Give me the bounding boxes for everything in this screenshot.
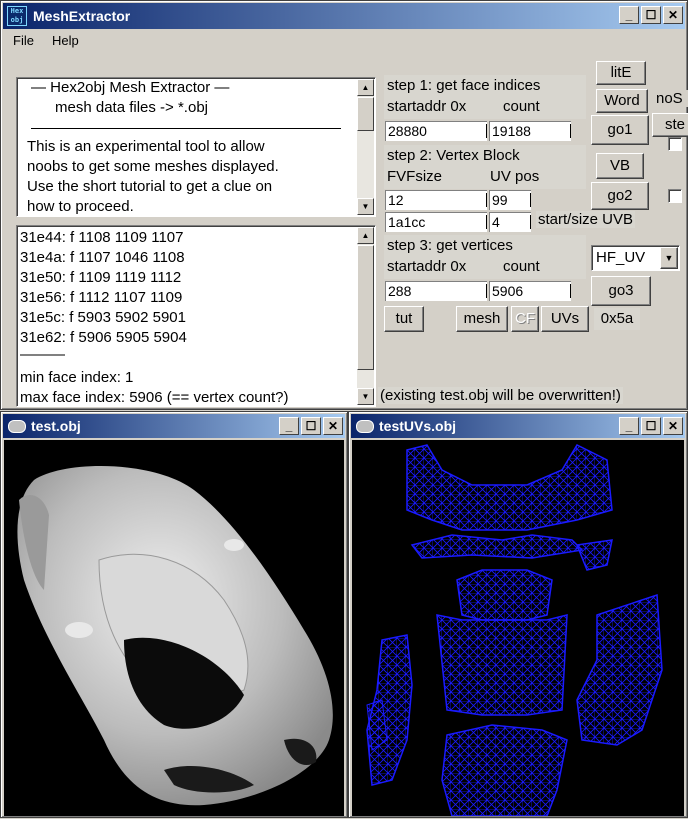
lite-button[interactable]: litE — [596, 61, 646, 85]
uvpos-input[interactable]: 99 — [489, 190, 531, 210]
ste-button[interactable]: ste — [652, 113, 688, 137]
info-line-3: This is an experimental tool to allow — [27, 138, 265, 155]
log-line: 31e56: f 1112 1107 1109 — [20, 289, 183, 306]
go3-button[interactable]: go3 — [591, 276, 651, 306]
go2-button[interactable]: go2 — [591, 182, 649, 210]
mesh-button[interactable]: mesh — [456, 306, 508, 332]
nos-label: noS — [656, 90, 688, 107]
minimize-icon[interactable]: _ — [619, 417, 639, 435]
uv-wireframe-image — [366, 444, 663, 817]
info-line-6: how to proceed. — [27, 198, 134, 215]
window-title: MeshExtractor — [33, 8, 131, 24]
uvb-label: start/size UVB — [536, 211, 636, 228]
uvs-button[interactable]: UVs — [541, 306, 589, 332]
close-icon[interactable]: ✕ — [323, 417, 343, 435]
uvb-size-input[interactable]: 4 — [489, 212, 531, 232]
cf-button[interactable]: CF — [511, 306, 539, 332]
car-render-image — [17, 466, 333, 806]
maximize-icon[interactable]: ☐ — [641, 417, 661, 435]
step1-startaddr-input[interactable]: 28880 — [385, 121, 487, 141]
info-line-4: noobs to get some meshes displayed. — [27, 158, 279, 175]
maximize-icon[interactable]: ☐ — [301, 417, 321, 435]
uv-window-title: testUVs.obj — [379, 418, 457, 434]
info-divider — [31, 128, 341, 129]
uv-viewport[interactable] — [352, 440, 684, 817]
info-line-1: — Hex2obj Mesh Extractor — — [31, 79, 230, 96]
info-textbox[interactable]: — Hex2obj Mesh Extractor — mesh data fil… — [16, 77, 376, 217]
window-icon — [8, 420, 26, 433]
mesh-window: test.obj _ ☐ ✕ — [0, 411, 348, 818]
log-textbox[interactable]: 31e44: f 1108 1109 1107 31e4a: f 1107 10… — [16, 225, 376, 407]
menu-file[interactable]: File — [3, 30, 42, 48]
log-scrollbar[interactable]: ▲ ▼ — [357, 227, 374, 405]
log-line: 31e62: f 5906 5905 5904 — [20, 329, 187, 346]
step3-startaddr-input[interactable]: 288 — [385, 281, 487, 301]
overwrite-note: (existing test.obj will be overwritten!) — [378, 387, 623, 404]
vb-button[interactable]: VB — [596, 153, 644, 179]
maximize-icon[interactable]: ☐ — [641, 6, 661, 24]
fvfsize-input[interactable]: 12 — [385, 190, 487, 210]
info-line-2: mesh data files -> *.obj — [55, 99, 208, 116]
uvb-start-input[interactable]: 1a1cc — [385, 212, 487, 232]
step1-count-input[interactable]: 19188 — [489, 121, 571, 141]
info-line-5: Use the short tutorial to get a clue on — [27, 178, 273, 195]
scroll-up-icon[interactable]: ▲ — [357, 79, 374, 96]
step1-startaddr-label: startaddr 0x — [387, 98, 467, 115]
hex-value-label: 0x5a — [594, 308, 640, 330]
close-icon[interactable]: ✕ — [663, 6, 683, 24]
option-checkbox-1[interactable] — [668, 137, 682, 151]
tut-button[interactable]: tut — [384, 306, 424, 332]
log-line: ——— — [20, 346, 65, 363]
word-button[interactable]: Word — [596, 89, 648, 113]
scroll-up-icon[interactable]: ▲ — [357, 227, 374, 244]
step1-count-label: count — [503, 98, 540, 115]
go1-button[interactable]: go1 — [591, 115, 649, 145]
step2-title: step 2: Vertex Block — [387, 147, 520, 164]
log-line: 31e4a: f 1107 1046 1108 — [20, 249, 185, 266]
step2-uvpos-label: UV pos — [490, 168, 540, 185]
info-scrollbar[interactable]: ▲ ▼ — [357, 79, 374, 215]
close-icon[interactable]: ✕ — [663, 417, 683, 435]
scroll-down-icon[interactable]: ▼ — [357, 388, 374, 405]
step3-count-label: count — [503, 258, 540, 275]
minimize-icon[interactable]: _ — [279, 417, 299, 435]
log-line: 31e50: f 1109 1119 1112 — [20, 269, 182, 286]
window-icon — [356, 420, 374, 433]
app-icon: Hex obj — [7, 6, 27, 26]
log-line: 31e44: f 1108 1109 1107 — [20, 229, 184, 246]
format-select[interactable]: HF_UV ▼ — [591, 245, 680, 271]
step3-title: step 3: get vertices — [387, 237, 513, 254]
chevron-down-icon[interactable]: ▼ — [660, 247, 678, 269]
step1-title: step 1: get face indices — [387, 77, 541, 94]
uv-window: testUVs.obj _ ☐ ✕ — [348, 411, 688, 818]
minimize-icon[interactable]: _ — [619, 6, 639, 24]
mesh-window-title: test.obj — [31, 418, 81, 434]
main-titlebar[interactable]: Hex obj MeshExtractor _ ☐ ✕ — [3, 3, 685, 29]
mesh-titlebar[interactable]: test.obj _ ☐ ✕ — [3, 414, 345, 438]
menu-help[interactable]: Help — [42, 30, 87, 48]
option-checkbox-2[interactable] — [668, 189, 682, 203]
scroll-thumb[interactable] — [357, 97, 374, 131]
log-line: min face index: 1 — [20, 369, 134, 386]
log-line: max face index: 5906 (== vertex count?) — [20, 389, 289, 406]
step3-startaddr-label: startaddr 0x — [387, 258, 467, 275]
scroll-thumb[interactable] — [357, 245, 374, 370]
menubar: File Help — [3, 30, 685, 52]
uv-titlebar[interactable]: testUVs.obj _ ☐ ✕ — [351, 414, 685, 438]
scroll-down-icon[interactable]: ▼ — [357, 198, 374, 215]
step3-count-input[interactable]: 5906 — [489, 281, 571, 301]
mesh-viewport[interactable] — [4, 440, 344, 816]
log-line: 31e5c: f 5903 5902 5901 — [20, 309, 186, 326]
step2-fvf-label: FVFsize — [387, 168, 443, 185]
